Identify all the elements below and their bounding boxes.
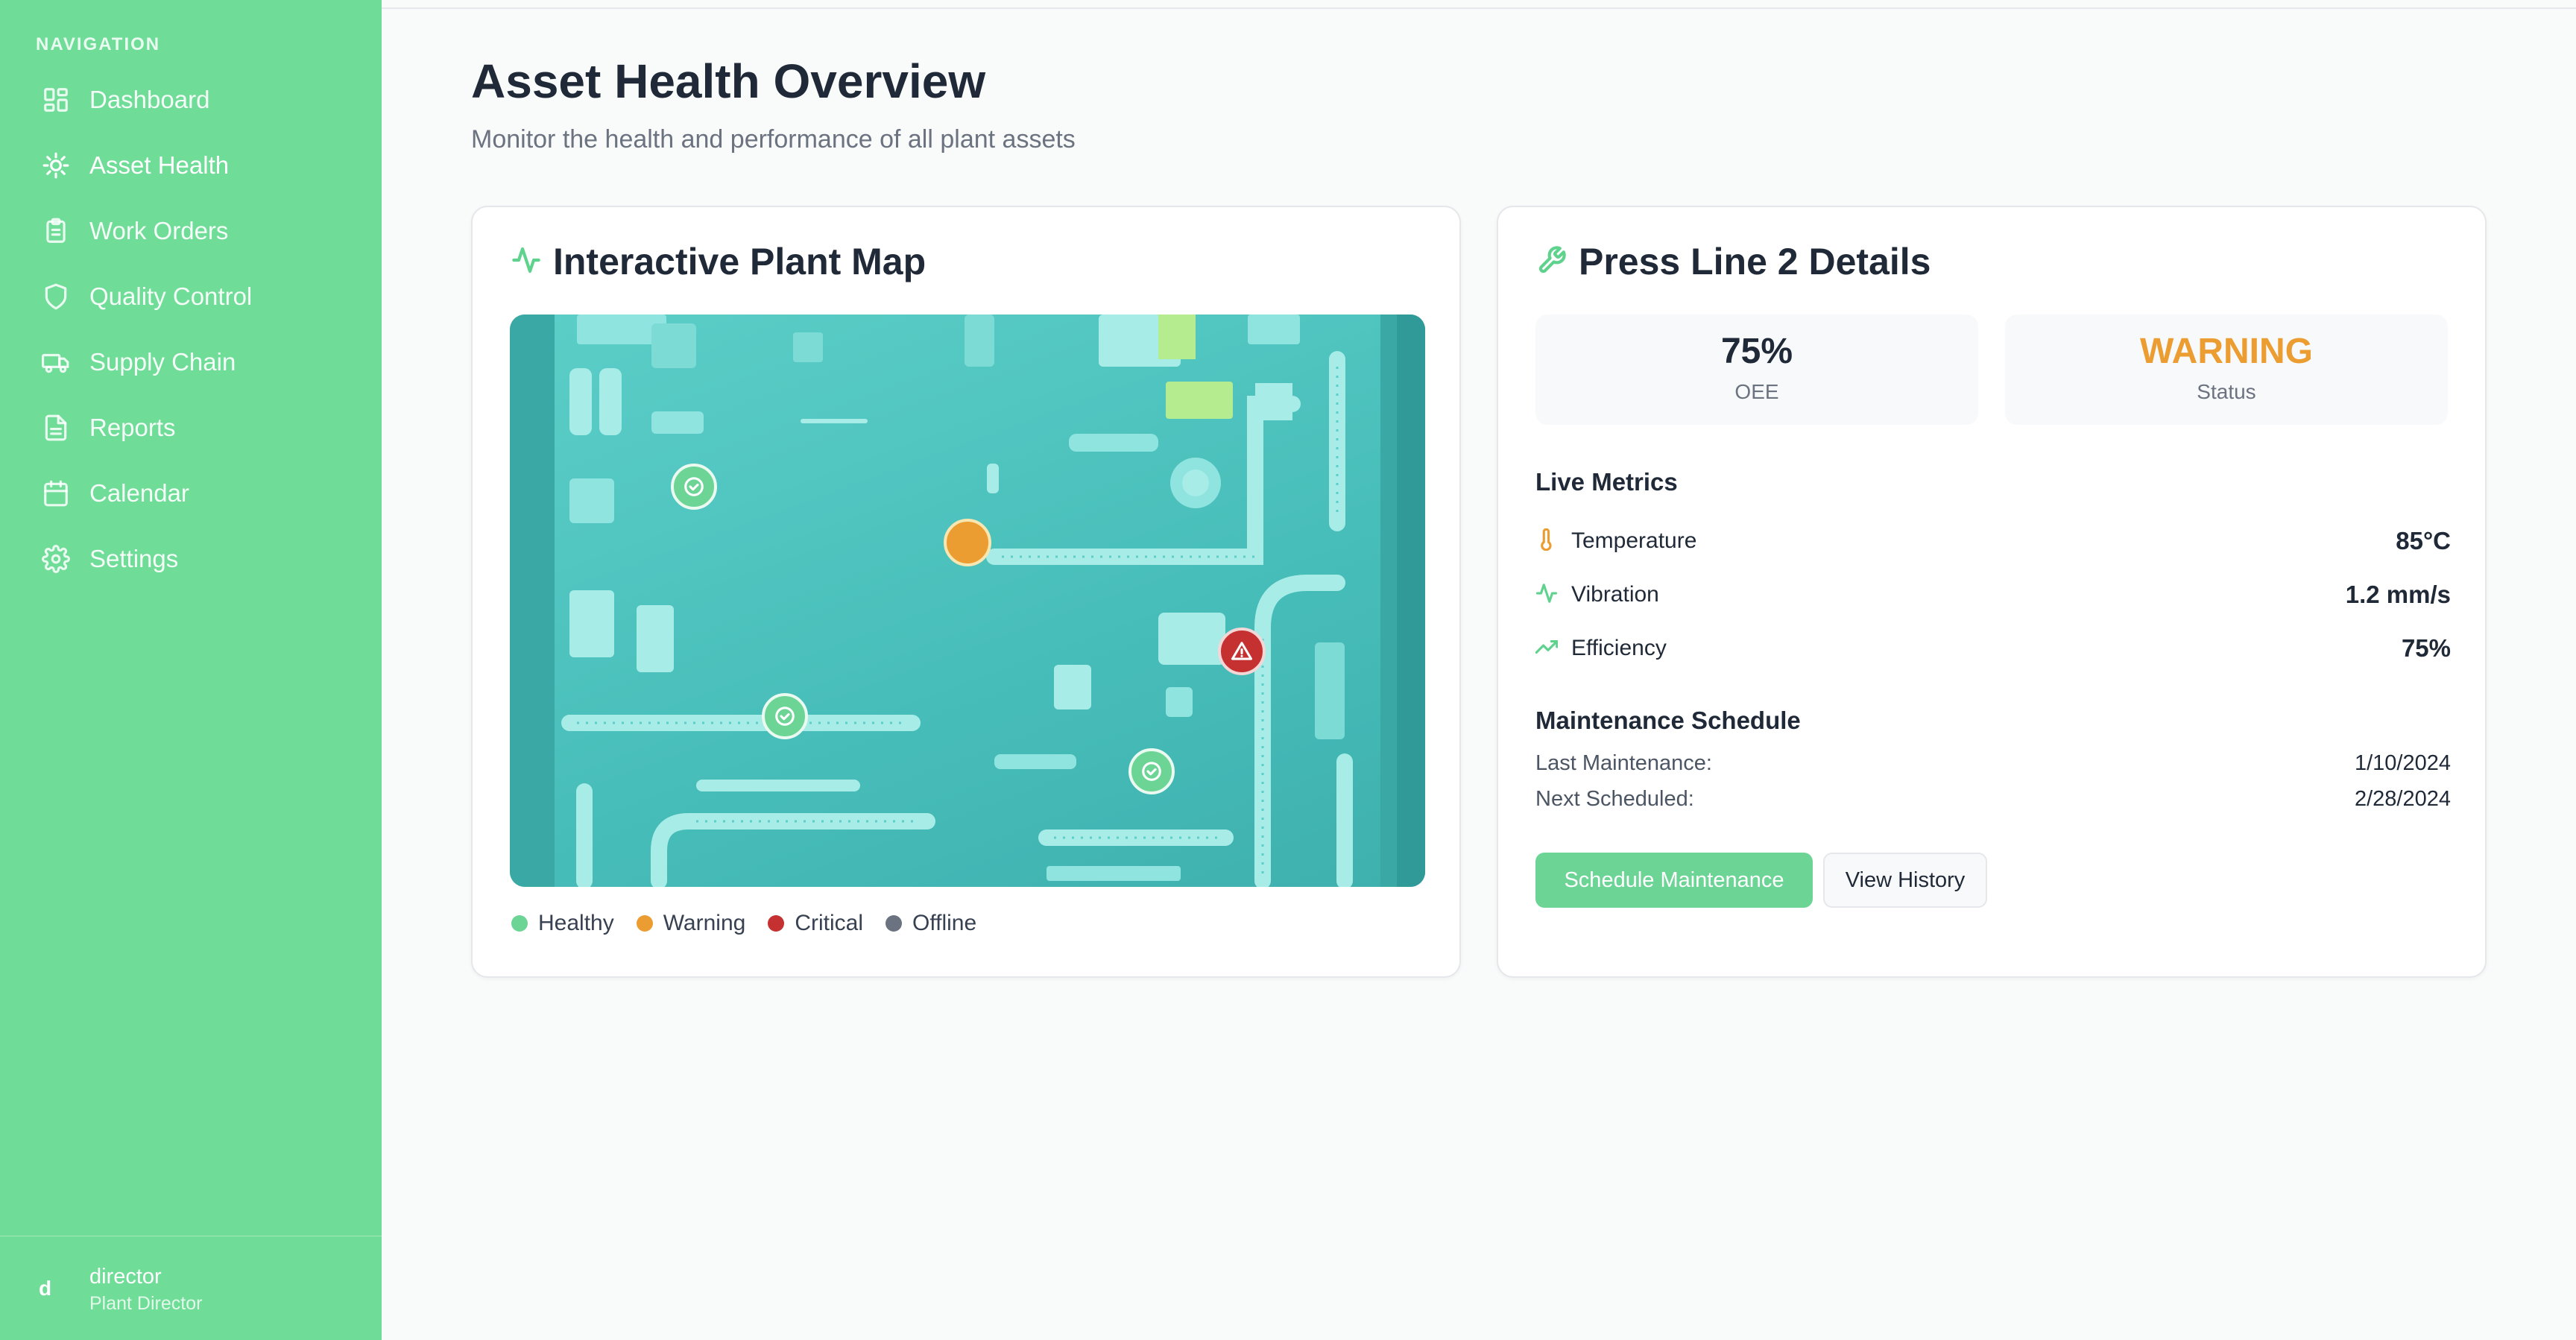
card-header: Press Line 2 Details <box>1537 240 1931 283</box>
nav-heading: NAVIGATION <box>36 34 161 54</box>
calendar-icon <box>42 479 70 508</box>
metric-label: Efficiency <box>1571 636 1667 660</box>
user-name: director <box>89 1265 162 1289</box>
oee-label: OEE <box>1734 380 1779 403</box>
sidebar-item-label: Settings <box>89 545 179 572</box>
alert-triangle-icon <box>1231 642 1253 660</box>
sidebar-item-label: Supply Chain <box>89 348 236 376</box>
metric-row-temperature: Temperature 85°C <box>1535 526 2451 556</box>
map-marker-warning[interactable] <box>944 519 991 566</box>
last-maintenance-value: 1/10/2024 <box>2354 751 2451 775</box>
maintenance-title: Maintenance Schedule <box>1535 707 1801 734</box>
legend-label: Critical <box>795 911 863 935</box>
sidebar-item-dashboard[interactable]: Dashboard <box>0 67 382 133</box>
metric-value: 75% <box>2401 634 2451 662</box>
clipboard-icon <box>42 217 70 245</box>
user-profile[interactable]: d director Plant Director <box>0 1236 382 1340</box>
check-circle-icon <box>1142 762 1161 781</box>
legend-label: Warning <box>663 911 746 935</box>
check-circle-icon <box>684 477 704 496</box>
sidebar-item-label: Calendar <box>89 479 189 507</box>
page-title: Asset Health Overview <box>471 54 986 108</box>
map-legend: Healthy Warning Critical Offline <box>511 911 999 936</box>
sidebar-item-asset-health[interactable]: Asset Health <box>0 133 382 198</box>
metric-label: Vibration <box>1571 582 1659 607</box>
legend-item-critical: Critical <box>768 911 863 936</box>
last-maintenance-row: Last Maintenance: 1/10/2024 <box>1535 751 2451 776</box>
view-history-button[interactable]: View History <box>1823 853 1987 908</box>
last-maintenance-label: Last Maintenance: <box>1535 751 1712 775</box>
wrench-icon <box>1537 245 1567 279</box>
sidebar-item-label: Work Orders <box>89 217 229 244</box>
avatar: d <box>39 1277 52 1300</box>
truck-icon <box>42 348 70 376</box>
legend-dot <box>768 915 785 932</box>
status-label: Status <box>2197 380 2256 403</box>
asset-details-card: Press Line 2 Details 75% OEE WARNING Sta… <box>1497 206 2487 978</box>
status-stat: WARNING Status <box>2005 315 2448 425</box>
oee-stat: 75% OEE <box>1535 315 1978 425</box>
check-circle-icon <box>775 707 795 726</box>
top-divider <box>382 7 2576 9</box>
legend-item-healthy: Healthy <box>511 911 614 936</box>
plant-floor-illustration <box>510 315 1425 887</box>
sidebar-item-settings[interactable]: Settings <box>0 526 382 592</box>
sidebar-item-calendar[interactable]: Calendar <box>0 461 382 526</box>
shield-icon <box>42 282 70 311</box>
live-metrics-title: Live Metrics <box>1535 468 1678 496</box>
sidebar-item-label: Asset Health <box>89 151 230 179</box>
legend-dot <box>511 915 528 932</box>
activity-icon <box>511 245 541 279</box>
map-marker-critical[interactable] <box>1218 628 1266 675</box>
legend-label: Offline <box>912 911 977 935</box>
sidebar-item-label: Dashboard <box>89 86 210 113</box>
dashboard-icon <box>42 86 70 114</box>
card-title: Interactive Plant Map <box>553 241 926 282</box>
metric-label: Temperature <box>1571 528 1697 553</box>
gear-icon <box>42 151 70 180</box>
card-header: Interactive Plant Map <box>511 240 926 283</box>
card-title: Press Line 2 Details <box>1579 241 1931 282</box>
sidebar: NAVIGATION Dashboard Asset Health Work O… <box>0 0 382 1340</box>
legend-dot <box>886 915 902 932</box>
settings-icon <box>42 545 70 573</box>
sidebar-item-supply-chain[interactable]: Supply Chain <box>0 329 382 395</box>
thermometer-icon <box>1535 528 1558 554</box>
metric-row-vibration: Vibration 1.2 mm/s <box>1535 580 2451 610</box>
document-icon <box>42 414 70 442</box>
map-marker-healthy[interactable] <box>762 693 808 739</box>
page-subtitle: Monitor the health and performance of al… <box>471 125 1076 154</box>
sidebar-item-label: Reports <box>89 414 176 441</box>
plant-map-card: Interactive Plant Map Healthy Warning Cr… <box>471 206 1461 978</box>
sidebar-item-work-orders[interactable]: Work Orders <box>0 198 382 264</box>
legend-label: Healthy <box>538 911 614 935</box>
next-scheduled-row: Next Scheduled: 2/28/2024 <box>1535 787 2451 812</box>
nav-list: Dashboard Asset Health Work Orders Quali… <box>0 67 382 592</box>
next-scheduled-label: Next Scheduled: <box>1535 787 1694 811</box>
schedule-maintenance-button[interactable]: Schedule Maintenance <box>1535 853 1813 908</box>
sidebar-item-reports[interactable]: Reports <box>0 395 382 461</box>
status-badge: WARNING <box>2140 332 2313 371</box>
user-role: Plant Director <box>89 1293 203 1314</box>
next-scheduled-value: 2/28/2024 <box>2354 787 2451 811</box>
map-marker-healthy[interactable] <box>1128 748 1175 794</box>
metric-value: 1.2 mm/s <box>2345 581 2451 608</box>
metric-value: 85°C <box>2396 527 2451 554</box>
activity-icon <box>1535 582 1558 608</box>
map-marker-healthy[interactable] <box>671 464 717 510</box>
sidebar-item-quality-control[interactable]: Quality Control <box>0 264 382 329</box>
oee-value: 75% <box>1720 332 1793 371</box>
trending-up-icon <box>1535 636 1559 662</box>
plant-map[interactable] <box>510 315 1425 887</box>
metric-row-efficiency: Efficiency 75% <box>1535 633 2451 663</box>
legend-item-offline: Offline <box>886 911 976 936</box>
legend-item-warning: Warning <box>636 911 746 936</box>
legend-dot <box>636 915 653 932</box>
sidebar-item-label: Quality Control <box>89 282 253 310</box>
